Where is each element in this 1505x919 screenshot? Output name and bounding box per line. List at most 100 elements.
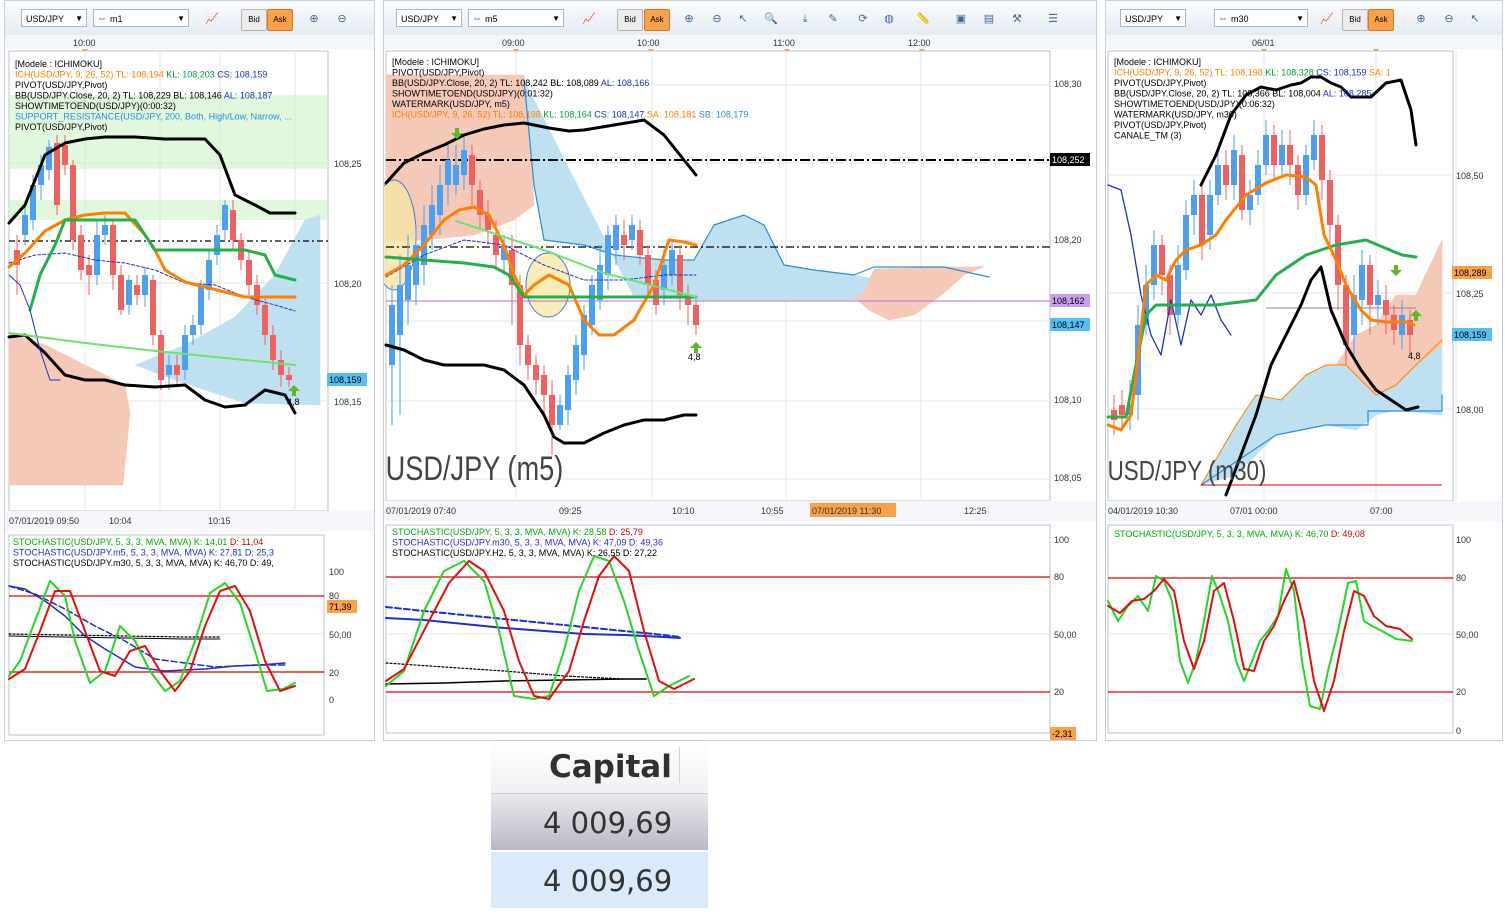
legend-entry: PIVOT(USD/JPY,Pivot) — [15, 80, 107, 90]
zoom-out-icon[interactable]: ⊖ — [1440, 10, 1458, 28]
timeframe-value: m30 — [1231, 14, 1249, 24]
price-pane[interactable]: 06/01 [Modele : ICHIMOKU] ICH(USD/JPY, 9, … — [1106, 35, 1502, 521]
chart-type-icon[interactable]: 📈 — [1318, 10, 1336, 28]
image-icon[interactable]: ▣ — [952, 10, 970, 28]
oscillator-pane[interactable]: STOCHASTIC(USD/JPY, 5, 3, 3, MVA, MVA) K… — [384, 521, 1096, 740]
oscillator-chart: STOCHASTIC(USD/JPY, 5, 3, 3, MVA, MVA) K… — [385, 524, 1077, 740]
cursor-icon[interactable]: ↖ — [734, 10, 752, 28]
oscillator-flag-label: 71,39 — [329, 602, 352, 612]
candle-body — [86, 265, 92, 275]
oscillator-chart: STOCHASTIC(USD/JPY, 5, 3, 3, MVA, MVA) K… — [8, 534, 357, 736]
zoom-in-icon[interactable]: ⊕ — [305, 10, 323, 28]
ask-button[interactable]: Ask — [644, 9, 670, 31]
timeframe-select[interactable]: ⇔ m5 ▼ — [468, 9, 564, 27]
timeframe-select[interactable]: ⇔ m1 ▼ — [93, 9, 189, 27]
chart-type-icon[interactable]: 📈 — [580, 10, 598, 28]
oscillator-axis-label: 80 — [1456, 573, 1466, 583]
candle-body — [461, 150, 467, 175]
capital-row[interactable]: 4 009,69 — [491, 794, 708, 850]
annotation-icon[interactable]: ✎ — [824, 10, 842, 28]
symbol-select[interactable]: USD/JPY ▼ — [21, 9, 87, 27]
legend-entry: STOCHASTIC(USD/JPY, 5, 3, 3, MVA, MVA) K… — [1114, 529, 1365, 539]
candle-body — [1383, 300, 1389, 315]
candle-body — [1175, 265, 1181, 315]
candle-body — [1399, 315, 1405, 335]
legend-entry: BB(USD/JPY.Close, 20, 2) TL: 108,229 BL:… — [15, 91, 272, 101]
symbol-select[interactable]: USD/JPY ▼ — [1120, 9, 1186, 27]
oscillator-axis-label: 50,00 — [1456, 630, 1479, 640]
capital-value: 4 009,69 — [543, 864, 673, 898]
bid-button[interactable]: Bid — [1342, 9, 1368, 31]
candle-body — [661, 265, 667, 290]
zoom-in-icon[interactable]: ⊕ — [1412, 10, 1430, 28]
magnifier-icon[interactable]: 🔍 — [762, 10, 780, 28]
price-pane[interactable]: 09:00 10:00 11:00 12:00 [Modele : ICHIMOKU] P… — [384, 35, 1096, 521]
fit-icon[interactable]: ⤓ — [796, 10, 814, 28]
price-axis-label: 108,15 — [334, 397, 362, 407]
column-divider[interactable] — [679, 747, 680, 783]
oscillator-flag-label: -2,31 — [1052, 729, 1073, 739]
chevron-down-icon: ▼ — [552, 14, 560, 23]
signal-label: 4,8 — [1408, 351, 1421, 361]
window-icon[interactable]: ▤ — [980, 10, 998, 28]
candle-body — [1287, 145, 1293, 165]
ask-button[interactable]: Ask — [267, 9, 293, 31]
legend-entry: ICH(USD/JPY, 9, 26, 52) TL: 108,198 KL: … — [392, 110, 748, 120]
globe-icon[interactable]: ◍ — [880, 10, 898, 28]
price-flag-label: 108,162 — [1052, 296, 1085, 306]
chart-type-icon[interactable]: 📈 — [203, 10, 221, 28]
time-strip — [5, 35, 374, 49]
link-icon: ⇔ — [97, 13, 107, 24]
legend-entry: STOCHASTIC(USD/JPY.m5, 5, 3, 3, MVA, MVA… — [13, 548, 274, 558]
time-axis-label: 10:10 — [672, 506, 695, 516]
tools-icon[interactable]: ⚒ — [1008, 10, 1026, 28]
capital-header[interactable]: Capital — [491, 741, 708, 794]
legend-entry: WATERMARK(USD/JPY, m5) — [392, 99, 510, 109]
signal-label: 4,8 — [688, 352, 701, 362]
chart-window-m5: USD/JPY ▼ ⇔ m5 ▼ 📈 Bid Ask ⊕ ⊖ ↖ 🔍 ⤓ ✎ ⟳ ◍ … — [383, 0, 1097, 741]
symbol-select[interactable]: USD/JPY ▼ — [396, 9, 462, 27]
time-axis-label: 12:25 — [964, 506, 987, 516]
zoom-in-icon[interactable]: ⊕ — [680, 10, 698, 28]
price-chart: 10:00 [Modele : ICHIMOKU]ICH(USD/JPY, 9, … — [5, 35, 374, 531]
refresh-icon[interactable]: ⟳ — [854, 10, 872, 28]
candle-body — [22, 215, 28, 235]
candle-body — [270, 335, 276, 360]
time-strip — [384, 35, 1096, 49]
bid-button[interactable]: Bid — [617, 9, 643, 31]
price-flag-label: 108,252 — [1052, 155, 1085, 165]
price-chart: 06/01 [Modele : ICHIMOKU]ICH(USD/JPY, 9, … — [1106, 35, 1502, 521]
oscillator-pane[interactable]: STOCHASTIC(USD/JPY, 5, 3, 3, MVA, MVA) K… — [5, 531, 374, 740]
capital-header-label: Capital — [549, 749, 672, 785]
candle-body — [589, 285, 595, 325]
candle-body — [629, 225, 635, 240]
candle-body — [150, 280, 156, 335]
price-chart: 09:00 10:00 11:00 12:00 [Modele : ICHIMOKU]P… — [384, 35, 1096, 521]
bid-button[interactable]: Bid — [241, 9, 267, 31]
timeframe-select[interactable]: ⇔ m30 ▼ — [1214, 9, 1308, 27]
chart-window-m30: USD/JPY ▼ ⇔ m30 ▼ 📈 Bid Ask ⊕ ⊖ ↖ 06/01 [Mod… — [1105, 0, 1503, 741]
oscillator-axis-label: 0 — [329, 695, 334, 705]
candle-body — [94, 235, 100, 275]
capital-row-selected[interactable]: 4 009,69 — [491, 852, 708, 908]
zoom-out-icon[interactable]: ⊖ — [333, 10, 351, 28]
cursor-icon[interactable]: ↖ — [1466, 10, 1484, 28]
legend-entry: SHOWTIMETOEND(USD/JPY)(0:00:32) — [15, 101, 176, 111]
candle-body — [1359, 265, 1365, 300]
candle-body — [565, 375, 571, 410]
zoom-out-icon[interactable]: ⊖ — [708, 10, 726, 28]
symbol-value: USD/JPY — [401, 14, 440, 24]
oscillator-pane[interactable]: STOCHASTIC(USD/JPY, 5, 3, 3, MVA, MVA) K… — [1106, 521, 1502, 740]
ask-button[interactable]: Ask — [1368, 9, 1394, 31]
candle-body — [645, 255, 651, 285]
price-flag-label: 108,289 — [1454, 268, 1487, 278]
candle-body — [1231, 150, 1237, 185]
candle-body — [126, 280, 132, 305]
time-axis-label: 04/01/2019 10:30 — [1108, 506, 1178, 516]
price-pane[interactable]: 10:00 [Modele : ICHIMOKU] ICH(USD/JPY, 9, … — [5, 35, 374, 531]
time-axis-label: 10:15 — [208, 516, 231, 526]
menu-icon[interactable]: ☰ — [1044, 10, 1062, 28]
candle-body — [1159, 245, 1165, 275]
ruler-icon[interactable]: 📏 — [914, 10, 932, 28]
oscillator-axis-label: 100 — [1456, 535, 1471, 545]
